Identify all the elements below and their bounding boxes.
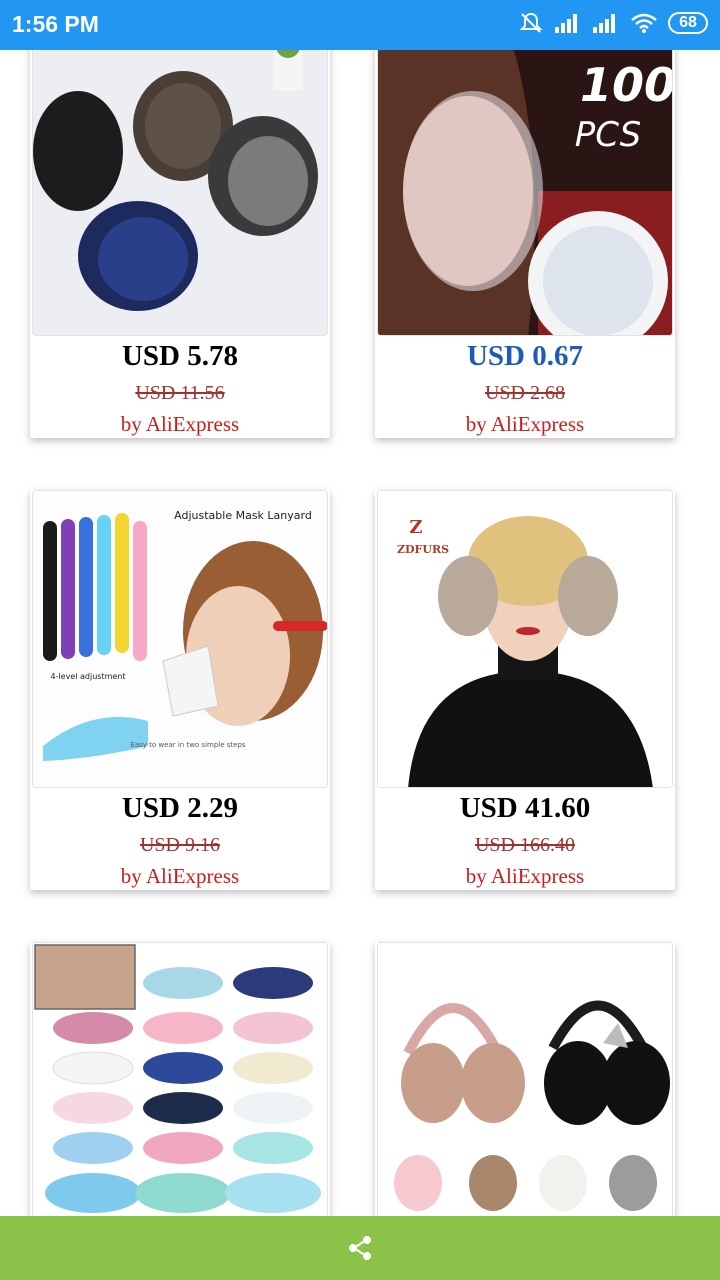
brand-text: ZDFURS [397,543,449,556]
cat-ear-earmuffs-image [378,943,672,1216]
product-vendor: by AliExpress [465,864,585,888]
battery-level: 68 [679,14,697,31]
share-icon [349,1236,371,1260]
product-image[interactable]: 100 PCS [377,50,673,336]
product-image[interactable] [32,50,328,336]
product-old-price: USD 9.16 [139,834,220,856]
signal-icon [555,14,577,33]
product-vendor: by AliExpress [120,864,240,888]
status-time: 1:56 PM [12,11,99,37]
product-card[interactable]: Z ZDFURS USD 41.60 USD 166.40 by AliExpr… [375,490,675,890]
image-title: Adjustable Mask Lanyard [174,509,312,522]
product-image[interactable]: Z ZDFURS [377,490,673,788]
earmuffs-image [33,50,327,335]
product-image[interactable] [377,942,673,1216]
battery-icon: 68 [668,12,708,34]
product-grid[interactable]: USD 5.78 USD 11.56 by AliExpress 100 PCS… [0,50,720,1216]
product-card[interactable]: Adjustable Mask Lanyard 4-level adjustme… [30,490,330,890]
share-button[interactable] [340,1228,380,1268]
image-text-pcs: PCS [575,115,641,155]
product-card[interactable] [375,942,675,1216]
product-vendor: by AliExpress [465,412,585,436]
status-icons: 68 [518,10,708,36]
product-image[interactable] [32,942,328,1216]
mute-icon [519,12,543,33]
product-card[interactable] [30,942,330,1216]
product-price: USD 0.67 [466,340,583,372]
bottom-bar [0,1216,720,1280]
image-caption: Easy to wear in two simple steps [130,741,245,749]
product-card[interactable]: 100 PCS USD 0.67 USD 2.68 by AliExpress [375,50,675,438]
wifi-icon [631,13,657,33]
image-text-100: 100 [580,58,673,112]
fur-earmuffs-image: Z ZDFURS [378,491,672,787]
product-card[interactable]: USD 5.78 USD 11.56 by AliExpress [30,50,330,438]
image-caption: 4-level adjustment [50,672,125,681]
status-bar: 1:56 PM 68 [0,0,720,50]
product-old-price: USD 2.68 [484,382,565,404]
product-vendor: by AliExpress [120,412,240,436]
mask-lanyard-image: Adjustable Mask Lanyard 4-level adjustme… [33,491,327,787]
product-old-price: USD 166.40 [474,834,575,856]
product-price: USD 2.29 [121,792,238,824]
product-image[interactable]: Adjustable Mask Lanyard 4-level adjustme… [32,490,328,788]
product-price: USD 41.60 [459,792,591,824]
sleep-masks-image [33,943,327,1216]
signal-icon [593,14,615,33]
product-old-price: USD 11.56 [135,382,225,404]
brand-logo-icon: Z [409,517,422,538]
ear-covers-image: 100 PCS [378,50,673,335]
product-price: USD 5.78 [121,340,238,372]
